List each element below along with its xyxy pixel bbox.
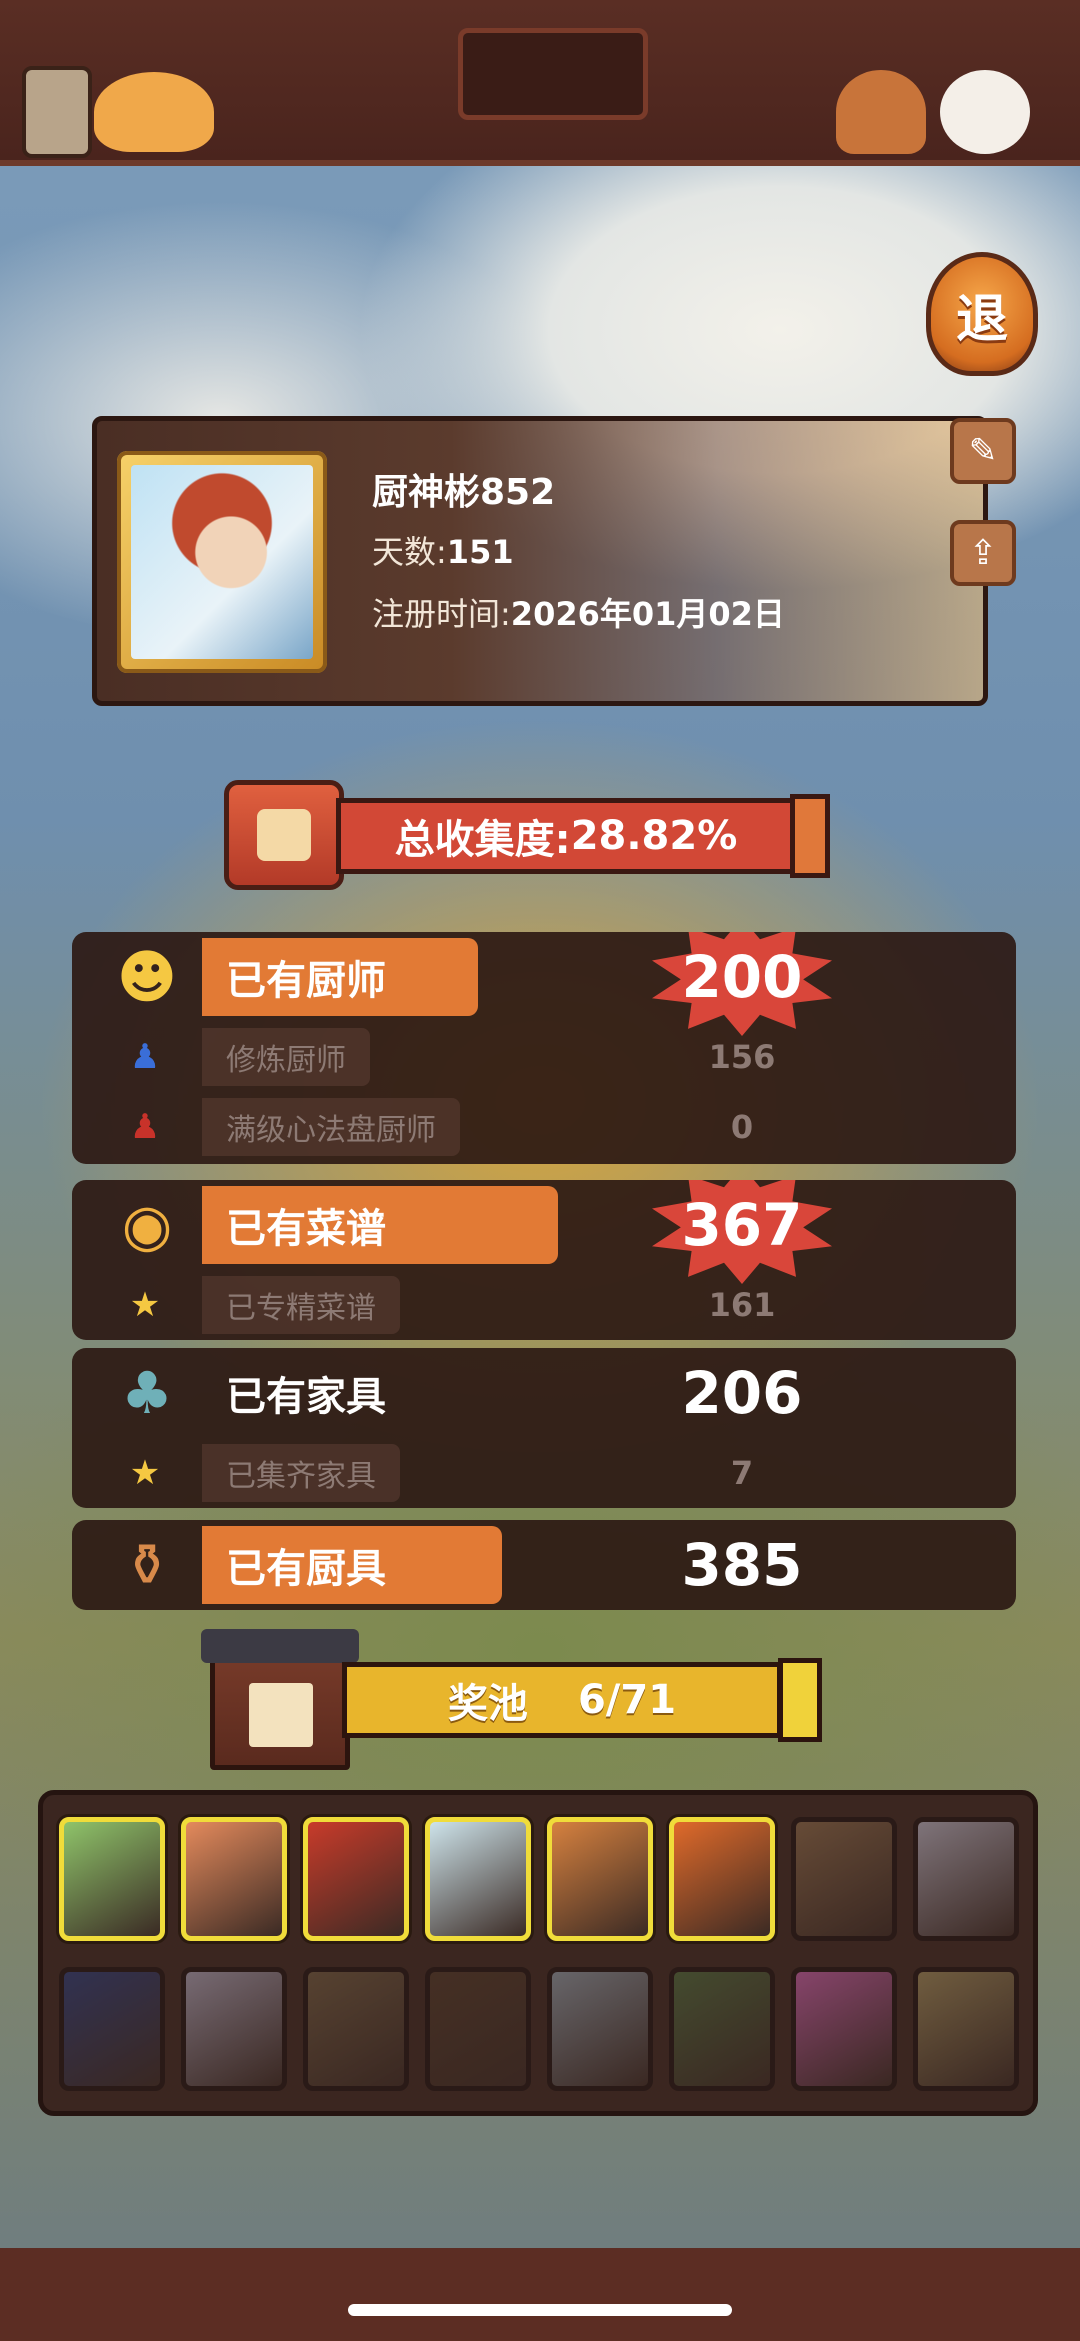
notice-board-icon[interactable] <box>22 66 92 158</box>
avatar <box>131 465 313 659</box>
complete-furniture-value: 7 <box>730 1454 754 1492</box>
banner-tail <box>790 794 830 878</box>
collection-label: 总收集度: <box>394 817 571 863</box>
collection-text: 总收集度: 28.82% <box>336 798 796 874</box>
star-icon: ★ <box>129 1285 161 1325</box>
furniture-row[interactable]: ♣ 已有家具 206 <box>72 1348 1016 1438</box>
prize-card[interactable] <box>547 1967 653 2091</box>
recipes-label: 已有菜谱 <box>202 1186 558 1264</box>
prize-card[interactable] <box>181 1967 287 2091</box>
scroll-icon <box>224 780 344 890</box>
tools-panel: ⚱ 已有厨具 385 <box>72 1520 1016 1610</box>
mastered-recipes-value: 161 <box>708 1286 776 1324</box>
recipes-panel: ◉ 已有菜谱 367 ★ 已专精菜谱 161 <box>72 1180 1016 1340</box>
register-label: 注册时间: <box>372 595 511 633</box>
avatar-frame[interactable] <box>117 451 327 673</box>
complete-furniture-label: 已集齐家具 <box>202 1444 400 1502</box>
prize-card[interactable] <box>59 1817 165 1941</box>
prize-card[interactable] <box>669 1817 775 1941</box>
furniture-value: 206 <box>681 1359 803 1427</box>
exit-label: 退 <box>955 289 1008 350</box>
days-row: 天数:151 <box>372 527 514 573</box>
mastered-recipes-row: ★ 已专精菜谱 161 <box>72 1270 1016 1340</box>
days-value: 151 <box>446 533 514 571</box>
blue-chef-icon: ♟ <box>129 1037 161 1077</box>
profile-card: 厨神彬852 天数:151 注册时间:2026年01月02日 <box>92 416 988 706</box>
home-indicator[interactable] <box>348 2304 732 2316</box>
chefs-value: 200 <box>681 943 803 1011</box>
cat-speech-icon <box>940 70 1030 154</box>
top-decoration-bar <box>0 0 1080 166</box>
prize-card[interactable] <box>791 1817 897 1941</box>
prize-card[interactable] <box>669 1967 775 2091</box>
mastered-recipes-label: 已专精菜谱 <box>202 1276 400 1334</box>
prize-pool-label: 奖池 <box>447 1681 528 1727</box>
red-chef-icon: ♟ <box>129 1107 161 1147</box>
prize-card[interactable] <box>791 1967 897 2091</box>
bottom-bar <box>0 2248 1080 2341</box>
share-icon[interactable]: ⇪ <box>950 520 1016 586</box>
collection-value: 28.82% <box>570 813 738 859</box>
maxed-chefs-label: 满级心法盘厨师 <box>202 1098 460 1156</box>
bonsai-furniture-icon: ♣ <box>121 1359 173 1427</box>
collection-banner: 总收集度: 28.82% <box>224 780 834 890</box>
edit-icon[interactable]: ✎ <box>950 418 1016 484</box>
recipes-value: 367 <box>681 1191 803 1259</box>
scroll-banner-icon[interactable] <box>458 28 648 120</box>
chef-character-icon <box>836 70 926 154</box>
prize-card[interactable] <box>303 1967 409 2091</box>
register-row: 注册时间:2026年01月02日 <box>372 589 785 635</box>
prize-card[interactable] <box>425 1817 531 1941</box>
prize-card[interactable] <box>181 1817 287 1941</box>
chefs-panel: ☻ 已有厨师 200 ♟ 修炼厨师 156 ♟ 满级心法盘厨师 0 <box>72 932 1016 1164</box>
furniture-panel: ♣ 已有家具 206 ★ 已集齐家具 7 <box>72 1348 1016 1508</box>
trained-chefs-label: 修炼厨师 <box>202 1028 370 1086</box>
cookware-icon: ⚱ <box>122 1531 172 1599</box>
pool-house-icon <box>201 1629 359 1770</box>
prize-card[interactable] <box>303 1817 409 1941</box>
chef-icon: ☻ <box>116 943 178 1011</box>
tools-row[interactable]: ⚱ 已有厨具 385 <box>72 1520 1016 1610</box>
days-label: 天数: <box>372 533 447 571</box>
maxed-chefs-value: 0 <box>730 1108 754 1146</box>
prize-card[interactable] <box>547 1817 653 1941</box>
chefs-label: 已有厨师 <box>202 938 478 1016</box>
cat-mascot-icon <box>94 72 214 152</box>
tools-label: 已有厨具 <box>202 1526 502 1604</box>
prize-cards-panel <box>38 1790 1038 2116</box>
prize-card[interactable] <box>59 1967 165 2091</box>
complete-furniture-row: ★ 已集齐家具 7 <box>72 1438 1016 1508</box>
banner-tail <box>778 1658 822 1742</box>
trained-chefs-value: 156 <box>708 1038 776 1076</box>
exit-button[interactable]: 退 <box>926 252 1038 376</box>
prize-card[interactable] <box>913 1967 1019 2091</box>
prize-pool-banner: 奖池 6/71 <box>201 1629 830 1770</box>
recipes-row[interactable]: ◉ 已有菜谱 367 <box>72 1180 1016 1284</box>
star-icon: ★ <box>129 1453 161 1493</box>
prize-pool-text: 奖池 6/71 <box>342 1662 782 1738</box>
prize-card[interactable] <box>913 1817 1019 1941</box>
prize-card[interactable] <box>425 1967 531 2091</box>
register-value: 2026年01月02日 <box>510 595 785 633</box>
tools-value: 385 <box>681 1531 803 1599</box>
pudding-icon: ◉ <box>121 1191 173 1259</box>
trained-chefs-row: ♟ 修炼厨师 156 <box>72 1022 1016 1092</box>
prize-pool-value: 6/71 <box>577 1677 677 1723</box>
player-name: 厨神彬852 <box>372 472 556 513</box>
furniture-label: 已有家具 <box>226 1374 386 1420</box>
chefs-row[interactable]: ☻ 已有厨师 200 <box>72 932 1016 1036</box>
maxed-chefs-row: ♟ 满级心法盘厨师 0 <box>72 1092 1016 1162</box>
